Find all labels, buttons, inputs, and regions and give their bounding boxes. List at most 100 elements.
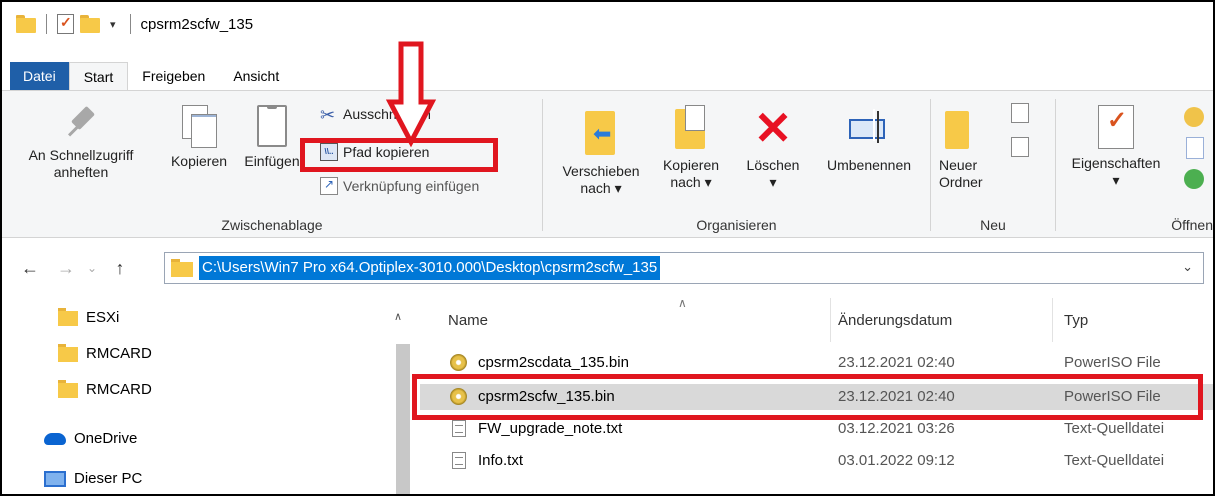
sidebar-item-esxi[interactable]: ESXi [58,308,119,326]
move-to-icon [581,111,621,157]
file-date: 23.12.2021 02:40 [838,388,955,405]
sidebar-item-this-pc[interactable]: Dieser PC [44,470,142,487]
file-date: 03.12.2021 03:26 [838,420,955,437]
file-row[interactable]: cpsrm2scdata_135.bin 23.12.2021 02:40 Po… [420,350,1213,376]
file-list: ∧ Name Änderungsdatum Typ cpsrm2scdata_1… [420,296,1213,494]
file-row[interactable]: Info.txt 03.01.2022 09:12 Text-Quelldate… [420,448,1213,474]
paste-shortcut-label: Verknüpfung einfügen [343,178,480,194]
delete-icon: ✕ [753,102,793,154]
pin-quick-access-button[interactable]: An Schnellzugriff anheften [6,105,156,181]
tab-start[interactable]: Start [68,62,129,90]
text-file-icon [452,420,466,437]
customize-qat-icon[interactable]: ▾ [110,18,116,31]
tab-view[interactable]: Ansicht [219,62,293,90]
properties-icon[interactable] [57,14,74,34]
copy-button[interactable]: Kopieren [162,105,236,170]
file-name: Info.txt [478,452,524,469]
file-row[interactable]: FW_upgrade_note.txt 03.12.2021 03:26 Tex… [420,416,1213,442]
back-arrow-icon[interactable]: ← [18,258,42,279]
open-group-label: Öffnen [1171,217,1213,233]
shortcut-icon [320,177,338,195]
new-group: Neuer Ordner Neu [931,91,1055,239]
address-path[interactable]: C:\Users\Win7 Pro x64.Optiplex-3010.000\… [199,256,661,280]
easy-access-icon [1011,137,1029,157]
cloud-icon [44,432,66,445]
delete-arrow: ▾ [769,174,777,190]
open-group: Eigenschaften ▾ Öffnen [1056,91,1213,239]
navigation-bar: ← → ⌄ ↑ C:\Users\Win7 Pro x64.Optiplex-3… [2,246,1213,290]
paste-button[interactable]: Einfügen [238,105,306,170]
sidebar-item-onedrive[interactable]: OneDrive [44,430,137,447]
copy-path-label: Pfad kopieren [343,144,430,160]
address-bar[interactable]: C:\Users\Win7 Pro x64.Optiplex-3010.000\… [164,252,1204,284]
paste-label: Einfügen [244,153,300,169]
new-folder-label-2: Ordner [939,174,983,190]
properties-arrow: ▾ [1112,172,1120,188]
copy-to-button[interactable]: Kopieren nach ▾ [651,105,731,191]
forward-arrow-icon[interactable]: → [54,258,78,279]
delete-button[interactable]: ✕ Löschen ▾ [735,105,811,191]
cut-label: Ausschneiden [343,106,431,122]
file-name: cpsrm2scfw_135.bin [478,388,615,405]
copyto-label-2: nach ▾ [670,174,712,190]
ribbon: An Schnellzugriff anheften Kopieren Einf… [2,90,1213,238]
paste-shortcut-button[interactable]: Verknüpfung einfügen [320,177,479,195]
copyto-label-1: Kopieren [662,157,720,173]
new-folder-icon[interactable] [80,15,100,33]
rename-button[interactable]: Umbenennen [813,105,925,174]
move-label-1: Verschieben [562,163,640,179]
folder-icon [58,308,78,326]
up-arrow-icon[interactable]: ↑ [108,258,132,279]
sort-ascending-icon: ∧ [678,296,687,310]
open-icon[interactable] [1184,107,1204,127]
folder-icon [16,15,36,33]
chevron-down-icon[interactable]: ⌄ [1182,259,1193,275]
edit-icon[interactable] [1186,137,1204,159]
sidebar-item-label: ESXi [86,308,120,326]
clipboard-group: An Schnellzugriff anheften Kopieren Einf… [2,91,542,239]
file-type: PowerISO File [1064,354,1161,371]
move-to-button[interactable]: Verschieben nach ▾ [551,111,651,197]
recent-locations-icon[interactable]: ⌄ [84,261,100,275]
computer-icon [44,470,66,487]
sidebar-item-rmcard[interactable]: RMCARD [58,344,152,362]
pin-icon [63,105,99,141]
copy-path-icon: \\.. [320,143,338,161]
new-folder-button[interactable]: Neuer Ordner [939,105,995,191]
column-separator[interactable] [830,298,831,342]
scroll-up-icon[interactable]: ∧ [394,310,402,323]
folder-icon [58,380,78,398]
rename-label: Umbenennen [826,157,912,173]
window-title: cpsrm2scfw_135 [140,15,254,33]
file-row-selected[interactable]: cpsrm2scfw_135.bin 23.12.2021 02:40 Powe… [420,384,1213,410]
cut-button[interactable]: ✂ Ausschneiden [320,105,431,125]
separator [46,14,47,34]
tab-file[interactable]: Datei [10,62,69,90]
organize-group: Verschieben nach ▾ Kopieren nach ▾ ✕ Lös… [543,91,930,239]
delete-label: Löschen [746,157,800,173]
clipboard-icon [257,105,287,147]
tab-share[interactable]: Freigeben [128,62,219,90]
history-icon[interactable] [1184,169,1204,189]
easy-access-button[interactable] [1011,137,1033,161]
column-header-name[interactable]: Name [448,312,488,329]
file-type: PowerISO File [1064,388,1161,405]
new-folder-label-1: Neuer [939,157,978,173]
column-header-date[interactable]: Änderungsdatum [838,312,952,329]
new-item-button[interactable] [1011,103,1033,127]
file-type: Text-Quelldatei [1064,452,1165,469]
file-name: FW_upgrade_note.txt [478,420,623,437]
new-group-label: Neu [980,217,1006,233]
organize-group-label: Organisieren [696,217,777,233]
navigation-pane: ESXi RMCARD RMCARD OneDrive Dieser PC ∧ [2,298,420,494]
folder-icon [58,344,78,362]
title-bar: ▾ cpsrm2scfw_135 [2,2,1213,46]
column-separator[interactable] [1052,298,1053,342]
properties-button[interactable]: Eigenschaften ▾ [1064,105,1168,189]
copy-path-button[interactable]: \\.. Pfad kopieren [320,143,429,161]
sidebar-item-rmcard-2[interactable]: RMCARD [58,380,152,398]
properties-label: Eigenschaften [1071,155,1161,171]
column-header-type[interactable]: Typ [1064,312,1088,329]
copy-to-icon [671,105,711,151]
scrollbar[interactable] [396,344,410,494]
